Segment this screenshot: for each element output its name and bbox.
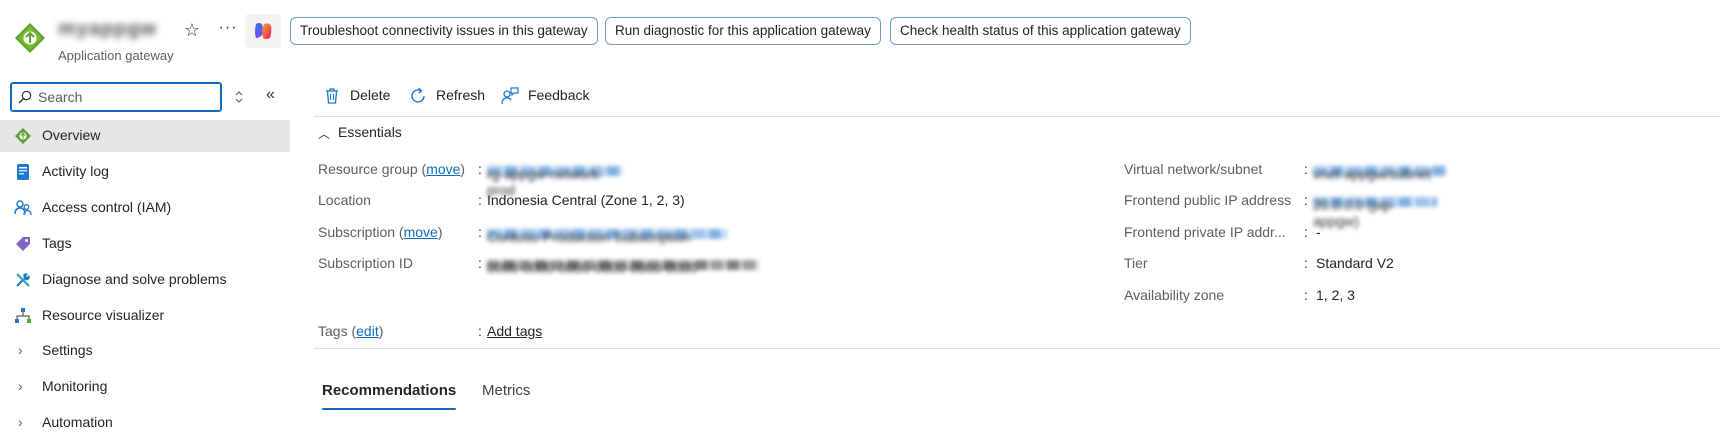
prop-label-text: Resource group <box>318 161 418 177</box>
sidebar-item-access-control[interactable]: Access control (IAM) <box>0 192 290 224</box>
divider <box>314 116 1720 117</box>
feedback-person-icon <box>501 87 519 105</box>
chip-troubleshoot-connectivity[interactable]: Troubleshoot connectivity issues in this… <box>290 17 598 45</box>
separator: : <box>478 192 482 208</box>
sidebar-item-label: Settings <box>42 342 93 358</box>
separator: : <box>1304 255 1308 271</box>
sidebar-item-overview[interactable]: Overview <box>0 120 290 152</box>
sidebar-item-activity-log[interactable]: Activity log <box>0 156 290 188</box>
resource-group-link[interactable]: rg-appgw-network-prod <box>487 166 623 198</box>
essentials-title: Essentials <box>338 124 402 140</box>
prop-label-text: Tags <box>318 323 348 339</box>
favorite-star-icon[interactable]: ☆ <box>182 20 202 40</box>
resource-type: Application gateway <box>58 48 174 63</box>
divider <box>314 348 1720 349</box>
tab-metrics[interactable]: Metrics <box>482 382 530 399</box>
sidebar-item-settings[interactable]: › Settings <box>0 335 290 367</box>
more-options-button[interactable]: ··· <box>218 18 238 38</box>
tier-value: Standard V2 <box>1316 255 1394 271</box>
prop-label-private-ip: Frontend private IP addr... <box>1124 224 1286 240</box>
vnet-subnet-link[interactable]: vnet-appgw/subnet <box>1313 166 1447 182</box>
prop-label-resource-group: Resource group (move) <box>318 161 466 177</box>
separator: : <box>1304 287 1308 303</box>
feedback-label: Feedback <box>528 87 590 103</box>
hierarchy-icon <box>15 308 31 323</box>
sidebar-item-label: Activity log <box>42 163 109 179</box>
sort-toggle-icon[interactable] <box>233 89 247 105</box>
refresh-label: Refresh <box>436 87 486 103</box>
activity-log-icon <box>17 164 29 180</box>
separator: : <box>1304 192 1308 208</box>
separator: : <box>1304 161 1308 177</box>
availability-zone-value: 1, 2, 3 <box>1316 287 1355 303</box>
sidebar-item-label: Monitoring <box>42 378 108 394</box>
prop-label-text: Subscription <box>318 224 396 240</box>
copilot-button[interactable] <box>245 14 281 48</box>
prop-label-subscription: Subscription (move) <box>318 224 443 240</box>
sidebar-item-tags[interactable]: Tags <box>0 228 290 260</box>
wrench-icon <box>16 273 30 287</box>
sidebar-item-label: Access control (IAM) <box>42 199 172 215</box>
separator: : <box>478 161 482 177</box>
chip-run-diagnostic[interactable]: Run diagnostic for this application gate… <box>605 17 881 45</box>
prop-label-availability-zone: Availability zone <box>1124 287 1225 303</box>
chevron-right-icon: › <box>18 342 23 358</box>
search-icon <box>18 90 32 104</box>
prop-label-vnet: Virtual network/subnet <box>1124 161 1263 177</box>
subscription-link[interactable]: Contoso Production Subscription <box>487 229 727 245</box>
resource-name: myappgw <box>58 18 158 40</box>
prop-label-tier: Tier <box>1124 255 1148 271</box>
location-value: Indonesia Central (Zone 1, 2, 3) <box>487 192 685 208</box>
collapse-sidebar-icon[interactable]: « <box>266 86 284 104</box>
separator: : <box>478 323 482 339</box>
sidebar-item-label: Tags <box>42 235 72 251</box>
edit-tags-link[interactable]: edit <box>356 323 379 339</box>
prop-label-subscription-id: Subscription ID <box>318 255 413 271</box>
delete-button[interactable]: Delete <box>322 84 402 108</box>
feedback-button[interactable]: Feedback <box>500 84 600 108</box>
delete-label: Delete <box>350 87 391 103</box>
separator: : <box>478 224 482 240</box>
prop-label-tags: Tags (edit) <box>318 323 384 339</box>
sidebar-item-monitoring[interactable]: › Monitoring <box>0 371 290 403</box>
sidebar-item-diagnose[interactable]: Diagnose and solve problems <box>0 264 290 296</box>
move-resource-group-link[interactable]: move <box>426 161 460 177</box>
sidebar-item-automation[interactable]: › Automation <box>0 407 290 439</box>
sidebar-item-label: Automation <box>42 414 113 430</box>
add-tags-link[interactable]: Add tags <box>487 323 542 339</box>
public-ip-link[interactable]: 20.0.0.0 (pip-appgw) <box>1313 197 1437 229</box>
move-subscription-link[interactable]: move <box>404 224 438 240</box>
chip-check-health[interactable]: Check health status of this application … <box>890 17 1191 45</box>
sidebar-item-resource-visualizer[interactable]: Resource visualizer <box>0 300 290 332</box>
chevron-right-icon: › <box>18 414 23 430</box>
private-ip-value: - <box>1316 224 1321 240</box>
prop-label-location: Location <box>318 192 371 208</box>
search-box[interactable] <box>10 82 222 112</box>
active-tab-indicator <box>322 408 456 410</box>
copilot-icon <box>255 23 272 39</box>
search-input[interactable] <box>38 86 216 108</box>
separator: : <box>478 255 482 271</box>
refresh-icon <box>411 87 425 103</box>
chevron-right-icon: › <box>18 378 23 394</box>
tag-icon <box>16 237 30 251</box>
refresh-button[interactable]: Refresh <box>408 84 500 108</box>
separator: : <box>1304 224 1308 240</box>
chevron-up-icon: ︿ <box>318 127 331 141</box>
sidebar-item-label: Resource visualizer <box>42 307 165 323</box>
prop-label-public-ip: Frontend public IP address <box>1124 192 1292 208</box>
people-icon <box>14 200 32 216</box>
trash-icon <box>326 88 338 104</box>
subscription-id-value: 0000-0000-0000-0000-0000-0000 <box>487 260 759 276</box>
application-gateway-icon <box>15 128 31 144</box>
sidebar-item-label: Overview <box>42 127 101 143</box>
application-gateway-icon <box>15 23 45 53</box>
tab-recommendations[interactable]: Recommendations <box>322 382 456 399</box>
sidebar-item-label: Diagnose and solve problems <box>42 271 227 287</box>
